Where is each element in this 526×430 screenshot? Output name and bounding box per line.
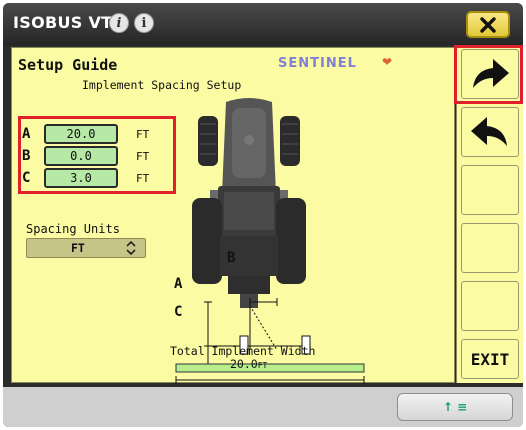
- softkey-empty-2[interactable]: [461, 223, 519, 273]
- title-bar: ISOBUS VT i i: [3, 3, 523, 45]
- app-window: ISOBUS VT i i Setup Guide SENTINEL ❤ Imp…: [3, 3, 523, 427]
- field-b-unit: FT: [136, 149, 150, 163]
- field-row-b: B 0.0 FT: [22, 146, 149, 166]
- spacing-units-select[interactable]: FT: [26, 238, 146, 258]
- field-label-a: A: [22, 126, 31, 142]
- back-softkey[interactable]: [461, 107, 519, 157]
- field-c-unit: FT: [136, 171, 150, 185]
- brand-logo: SENTINEL: [278, 56, 357, 71]
- forward-highlight: [454, 45, 523, 104]
- total-width-number: 20.0: [230, 357, 258, 371]
- page-title: Setup Guide: [18, 56, 118, 74]
- spacing-diagram: [175, 98, 365, 384]
- total-width-caption: Total Implement Width: [170, 344, 316, 358]
- total-width-value: 20.0FT: [230, 357, 267, 371]
- implement-bar: [175, 363, 365, 373]
- field-label-b: B: [22, 148, 31, 164]
- exit-softkey[interactable]: EXIT: [461, 339, 519, 379]
- navigation-button[interactable]: ↑ ≡: [397, 393, 513, 421]
- field-b-input[interactable]: 0.0: [44, 146, 118, 166]
- bottom-bar: ↑ ≡: [3, 387, 523, 427]
- info-alt-icon[interactable]: i: [134, 13, 154, 33]
- field-label-c: C: [22, 170, 31, 186]
- brand-mark-icon: ❤: [382, 55, 393, 69]
- total-width-unit: FT: [257, 361, 268, 370]
- info-icon[interactable]: i: [109, 13, 129, 33]
- field-a-unit: FT: [136, 127, 150, 141]
- field-row-c: C 3.0 FT: [22, 168, 149, 188]
- app-title: ISOBUS VT: [13, 13, 113, 32]
- field-row-a: A 20.0 FT: [22, 124, 149, 144]
- diagram-label-b: B: [227, 250, 236, 266]
- diagram-label-c: C: [174, 304, 183, 320]
- arrow-back-icon: [471, 117, 507, 146]
- close-button[interactable]: [466, 11, 510, 38]
- setup-workspace: Setup Guide SENTINEL ❤ Implement Spacing…: [11, 47, 455, 384]
- field-c-input[interactable]: 3.0: [44, 168, 118, 188]
- page-subtitle: Implement Spacing Setup: [82, 78, 242, 92]
- diagram-label-a: A: [174, 276, 183, 292]
- exit-label: EXIT: [470, 349, 510, 369]
- tractor-image: [192, 98, 306, 308]
- spacing-units-value: FT: [71, 241, 85, 255]
- spacing-units-label: Spacing Units: [26, 222, 120, 236]
- close-icon: [480, 16, 496, 33]
- navigation-icon: ↑ ≡: [442, 400, 468, 414]
- updown-chevron-icon: [125, 240, 137, 259]
- softkey-empty-3[interactable]: [461, 281, 519, 331]
- softkey-empty-1[interactable]: [461, 165, 519, 215]
- field-a-input[interactable]: 20.0: [44, 124, 118, 144]
